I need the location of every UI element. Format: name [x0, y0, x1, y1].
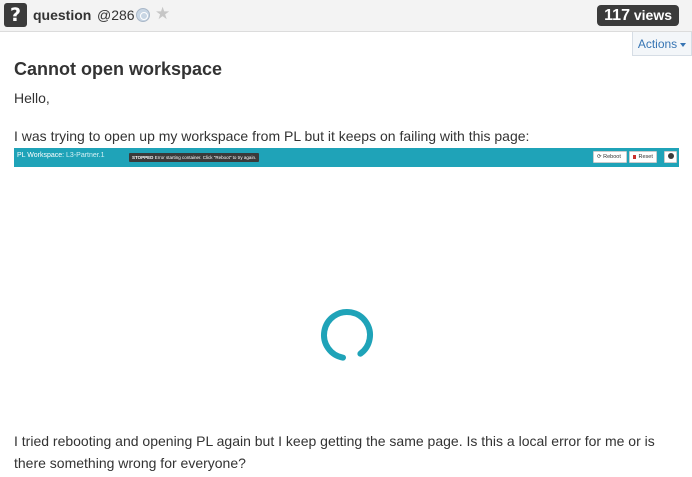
watch-icon[interactable] [136, 8, 150, 22]
views-label: views [633, 7, 672, 23]
reboot-label: Reboot [603, 154, 621, 160]
post-greeting: Hello, [14, 90, 50, 106]
question-icon: ? [4, 3, 27, 27]
reset-label: Reset [638, 154, 653, 160]
help-icon [667, 153, 674, 159]
embedded-screenshot: PL Workspace: L3-Partner.1 STOPPED Error… [14, 148, 679, 390]
workspace-title: PL Workspace: L3-Partner.1 [17, 152, 105, 159]
views-count: 117 [604, 7, 630, 24]
status-message: STOPPED Error starting container. Click … [129, 153, 260, 162]
star-icon[interactable]: ★ [155, 4, 170, 24]
caret-down-icon [680, 42, 687, 47]
post-paragraph-2: I tried rebooting and opening PL again b… [14, 433, 655, 471]
loading-spinner-icon [321, 309, 373, 361]
reset-button: Reset [629, 151, 657, 163]
refresh-icon: ⟳ [597, 154, 602, 160]
reboot-button: ⟳ Reboot [593, 151, 627, 163]
actions-dropdown[interactable]: Actions [632, 32, 692, 56]
post-paragraph-1: I was trying to open up my workspace fro… [14, 128, 530, 144]
post-number: @286 [97, 7, 135, 23]
views-badge: 117 views [597, 5, 679, 26]
workspace-title-label: PL Workspace: [17, 152, 65, 159]
status-badge: STOPPED [132, 155, 154, 160]
status-text: Error starting container. Click "Reboot"… [154, 155, 257, 160]
trash-icon [633, 154, 636, 159]
workspace-subtitle: L3-Partner.1 [66, 152, 105, 159]
post-header: ? question @286 ★ 117 views [0, 0, 692, 32]
actions-label: Actions [637, 37, 678, 51]
post-title: Cannot open workspace [14, 59, 223, 79]
post-type-label: question [33, 7, 92, 23]
workspace-bar: PL Workspace: L3-Partner.1 STOPPED Error… [14, 148, 679, 167]
help-button [664, 151, 677, 163]
